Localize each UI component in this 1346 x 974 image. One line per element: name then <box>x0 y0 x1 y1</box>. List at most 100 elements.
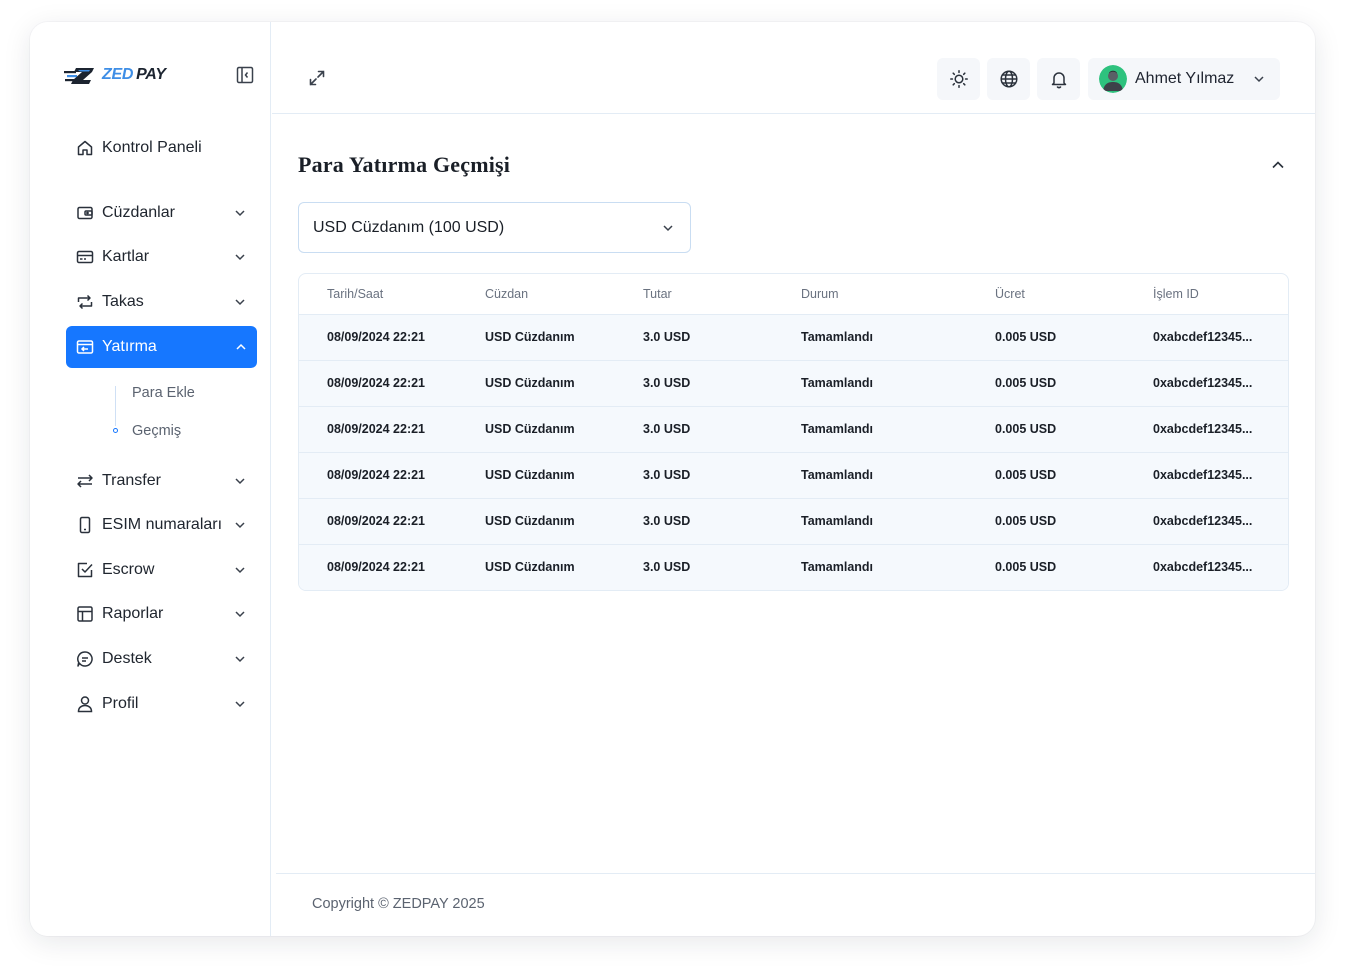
cell-date: 08/09/2024 22:21 <box>299 406 457 453</box>
submenu-item-gecmis[interactable]: Geçmiş <box>132 423 181 439</box>
chevron-down-icon <box>663 225 673 232</box>
cell-fee: 0.005 USD <box>967 498 1125 545</box>
submenu-item-para-ekle[interactable]: Para Ekle <box>132 385 195 401</box>
sidebar-item-profil[interactable]: Profil <box>66 683 256 725</box>
table-row[interactable]: 08/09/2024 22:21 USD Cüzdanım 3.0 USD Ta… <box>299 452 1288 499</box>
cell-tx-id: 0xabcdef12345... <box>1125 498 1288 545</box>
logo-text-pay: PAY <box>136 66 166 83</box>
chevron-down-icon <box>235 254 245 261</box>
chevron-up-icon <box>236 343 246 350</box>
cell-tx-id: 0xabcdef12345... <box>1125 452 1288 499</box>
sidebar-item-yatirma[interactable]: Yatırma <box>66 326 257 368</box>
fullscreen-expand-icon[interactable] <box>308 69 326 87</box>
notifications-button[interactable] <box>1037 58 1080 100</box>
chevron-down-icon <box>235 522 245 529</box>
wallet-select-value: USD Cüzdanım (100 USD) <box>313 218 505 236</box>
sidebar-item-label: Destek <box>102 650 152 667</box>
cell-tx-id: 0xabcdef12345... <box>1125 406 1288 453</box>
sidebar-item-kontrol-paneli[interactable]: Kontrol Paneli <box>66 127 256 169</box>
wallet-select[interactable]: USD Cüzdanım (100 USD) <box>298 202 691 253</box>
user-menu[interactable]: Ahmet Yılmaz <box>1088 58 1280 100</box>
cell-fee: 0.005 USD <box>967 452 1125 499</box>
column-header-date[interactable]: Tarih/Saat <box>299 274 457 315</box>
sidebar-item-label: ESIM numaraları <box>102 516 223 533</box>
sidebar-item-esim[interactable]: ESIM numaraları <box>66 504 256 546</box>
user-icon <box>75 694 95 714</box>
sidebar-item-transfer[interactable]: Transfer <box>66 460 256 502</box>
sidebar-item-raporlar[interactable]: Raporlar <box>66 593 256 635</box>
cell-wallet: USD Cüzdanım <box>457 406 615 453</box>
chevron-down-icon <box>235 656 245 663</box>
table-row[interactable]: 08/09/2024 22:21 USD Cüzdanım 3.0 USD Ta… <box>299 498 1288 545</box>
cell-status: Tamamlandı <box>773 544 967 590</box>
sidebar-item-takas[interactable]: Takas <box>66 281 256 323</box>
cell-tx-id: 0xabcdef12345... <box>1125 360 1288 407</box>
logo[interactable]: ZED PAY <box>64 62 166 88</box>
table-row[interactable]: 08/09/2024 22:21 USD Cüzdanım 3.0 USD Ta… <box>299 406 1288 453</box>
cell-date: 08/09/2024 22:21 <box>299 314 457 361</box>
column-header-wallet[interactable]: Cüzdan <box>457 274 615 315</box>
wallet-icon <box>75 203 95 223</box>
exchange-icon <box>75 292 95 312</box>
sidebar-item-label: Escrow <box>102 561 155 578</box>
cell-tx-id: 0xabcdef12345... <box>1125 314 1288 361</box>
transfer-arrows-icon <box>75 471 95 491</box>
user-name: Ahmet Yılmaz <box>1135 70 1235 87</box>
theme-toggle-button[interactable] <box>937 58 980 100</box>
chevron-down-icon <box>235 478 245 485</box>
checkbox-icon <box>75 560 95 580</box>
chevron-down-icon <box>235 299 245 306</box>
cell-amount: 3.0 USD <box>615 544 773 590</box>
deposit-history-table: Tarih/Saat Cüzdan Tutar Durum Ücret İşle… <box>298 273 1289 591</box>
footer-divider <box>276 873 1315 874</box>
chevron-down-icon <box>235 567 245 574</box>
cell-fee: 0.005 USD <box>967 314 1125 361</box>
phone-icon <box>75 515 95 535</box>
sidebar-item-escrow[interactable]: Escrow <box>66 549 256 591</box>
chevron-down-icon <box>235 210 245 217</box>
cell-wallet: USD Cüzdanım <box>457 314 615 361</box>
bell-icon <box>1051 72 1066 89</box>
language-button[interactable] <box>987 58 1030 100</box>
collapse-section-icon[interactable] <box>1270 157 1286 173</box>
cell-amount: 3.0 USD <box>615 498 773 545</box>
table-row[interactable]: 08/09/2024 22:21 USD Cüzdanım 3.0 USD Ta… <box>299 544 1288 590</box>
cell-wallet: USD Cüzdanım <box>457 544 615 590</box>
column-header-tx-id[interactable]: İşlem ID <box>1125 274 1288 315</box>
column-header-status[interactable]: Durum <box>773 274 967 315</box>
cell-fee: 0.005 USD <box>967 544 1125 590</box>
sidebar-item-label: Raporlar <box>102 605 164 622</box>
cell-status: Tamamlandı <box>773 498 967 545</box>
sidebar-item-kartlar[interactable]: Kartlar <box>66 236 256 278</box>
sidebar-item-label: Profil <box>102 695 139 712</box>
cell-status: Tamamlandı <box>773 452 967 499</box>
sidebar-item-cuzdanlar[interactable]: Cüzdanlar <box>66 192 256 234</box>
cell-amount: 3.0 USD <box>615 452 773 499</box>
sidebar-item-label: Takas <box>102 293 144 310</box>
cell-fee: 0.005 USD <box>967 406 1125 453</box>
footer-copyright: Copyright © ZEDPAY 2025 <box>312 896 485 912</box>
cell-amount: 3.0 USD <box>615 360 773 407</box>
cell-wallet: USD Cüzdanım <box>457 360 615 407</box>
column-header-fee[interactable]: Ücret <box>967 274 1125 315</box>
cell-fee: 0.005 USD <box>967 360 1125 407</box>
table-header-row: Tarih/Saat Cüzdan Tutar Durum Ücret İşle… <box>299 274 1288 315</box>
sidebar-collapse-icon[interactable] <box>236 66 254 84</box>
chevron-down-icon <box>1254 76 1264 83</box>
submenu-active-dot <box>113 428 118 433</box>
column-header-amount[interactable]: Tutar <box>615 274 773 315</box>
cell-amount: 3.0 USD <box>615 406 773 453</box>
cell-date: 08/09/2024 22:21 <box>299 452 457 499</box>
cell-status: Tamamlandı <box>773 314 967 361</box>
cell-tx-id: 0xabcdef12345... <box>1125 544 1288 590</box>
cell-date: 08/09/2024 22:21 <box>299 360 457 407</box>
table-row[interactable]: 08/09/2024 22:21 USD Cüzdanım 3.0 USD Ta… <box>299 360 1288 407</box>
cell-status: Tamamlandı <box>773 360 967 407</box>
table-row[interactable]: 08/09/2024 22:21 USD Cüzdanım 3.0 USD Ta… <box>299 314 1288 361</box>
sidebar: ZED PAY Kontrol Paneli Cüzdanlar Kartlar… <box>30 22 271 936</box>
sidebar-item-destek[interactable]: Destek <box>66 638 256 680</box>
sidebar-item-label: Kartlar <box>102 248 150 265</box>
submenu-line <box>115 386 116 426</box>
cell-status: Tamamlandı <box>773 406 967 453</box>
cell-amount: 3.0 USD <box>615 314 773 361</box>
